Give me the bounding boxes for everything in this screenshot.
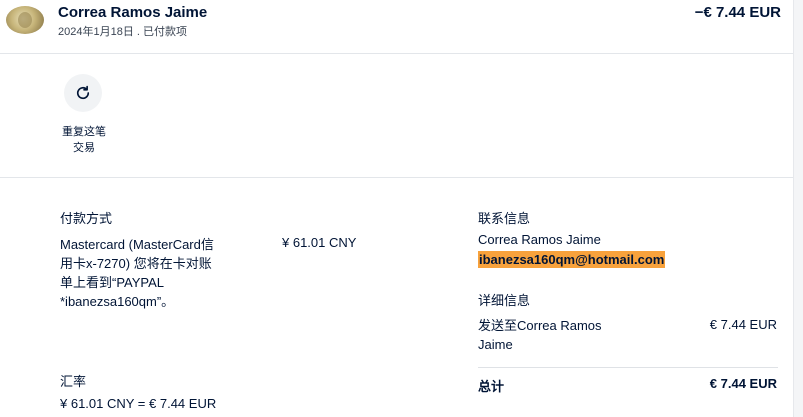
exchange-rate-value: ¥ 61.01 CNY = € 7.44 EUR xyxy=(60,396,217,411)
contact-name: Correa Ramos Jaime xyxy=(478,232,601,247)
total-amount: € 7.44 EUR xyxy=(709,376,777,391)
action-area: 重复这笔交易 xyxy=(0,54,793,178)
exchange-rate-title: 汇率 xyxy=(60,374,87,389)
merchant-name: Correa Ramos Jaime xyxy=(58,4,208,21)
refresh-icon xyxy=(76,85,90,100)
repeat-transaction-button[interactable] xyxy=(64,74,102,112)
contact-email-link[interactable]: ibanezsa160qm@hotmail.com xyxy=(478,251,666,268)
contact-info-title: 联系信息 xyxy=(478,211,531,226)
payment-method-amount: ¥ 61.01 CNY xyxy=(282,235,357,250)
transaction-amount: −€ 7.44 EUR xyxy=(694,4,781,21)
transaction-date-status: 2024年1月18日 . 已付款项 xyxy=(58,26,187,38)
avatar xyxy=(6,6,44,34)
transaction-details-panel: Correa Ramos Jaime 2024年1月18日 . 已付款项 −€ … xyxy=(0,0,793,417)
details-amount: € 7.44 EUR xyxy=(709,317,777,332)
payment-method-title: 付款方式 xyxy=(60,211,113,226)
scrollbar[interactable] xyxy=(793,0,803,417)
details-recipient: 发送至Correa Ramos Jaime xyxy=(478,318,602,352)
payment-method-text: Mastercard (MasterCard信用卡x-7270) 您将在卡对账单… xyxy=(60,237,214,309)
details-title: 详细信息 xyxy=(478,293,531,308)
transaction-header: Correa Ramos Jaime 2024年1月18日 . 已付款项 −€ … xyxy=(0,0,793,54)
divider xyxy=(478,367,778,368)
total-label: 总计 xyxy=(478,379,505,394)
repeat-transaction-label[interactable]: 重复这笔交易 xyxy=(58,124,110,156)
